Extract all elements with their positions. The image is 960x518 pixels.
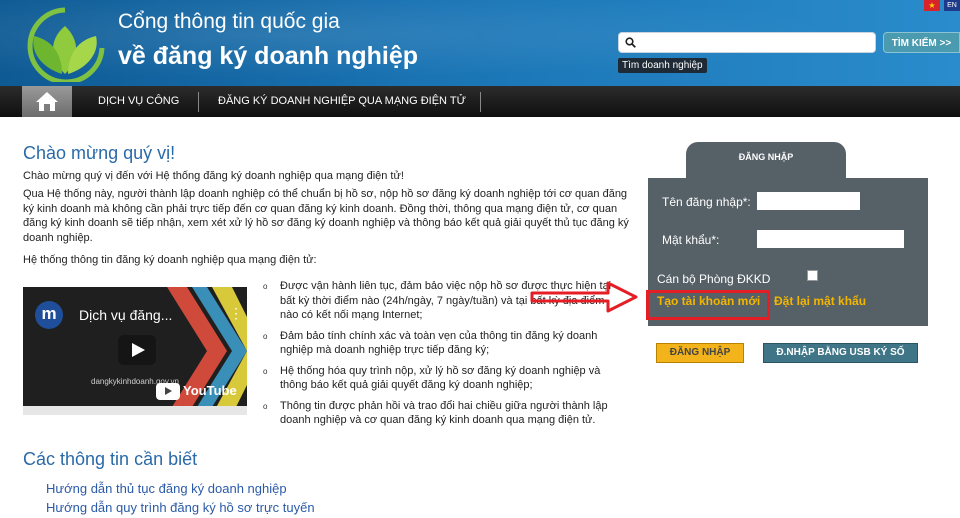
- nav-divider: [198, 92, 199, 112]
- home-icon: [36, 92, 58, 111]
- list-item: o Hệ thống hóa quy trình nộp, xử lý hồ s…: [263, 364, 618, 393]
- main-navbar: DỊCH VỤ CÔNG ĐĂNG KÝ DOANH NGHIỆP QUA MẠ…: [0, 86, 960, 117]
- password-field[interactable]: [757, 230, 904, 248]
- search-box: [618, 32, 876, 53]
- youtube-logo-icon: [156, 383, 180, 400]
- video-play-button[interactable]: [118, 335, 156, 365]
- login-button[interactable]: ĐĂNG NHẬP: [656, 343, 744, 363]
- search-button[interactable]: TÌM KIẾM >>: [883, 32, 960, 53]
- feature-text: Đảm bảo tính chính xác và toàn vẹn của t…: [280, 329, 598, 357]
- vietnamese-flag-icon[interactable]: ★: [924, 0, 940, 11]
- logo-icon[interactable]: [20, 4, 110, 82]
- password-label: Mật khẩu*:: [662, 233, 720, 247]
- bullet-marker: o: [263, 366, 268, 376]
- bullet-marker: o: [263, 401, 268, 411]
- list-item: o Đảm bảo tính chính xác và toàn vẹn của…: [263, 329, 618, 358]
- youtube-brand-text[interactable]: YouTube: [183, 383, 237, 398]
- site-title-line1: Cổng thông tin quốc gia: [118, 10, 340, 33]
- staff-checkbox[interactable]: [807, 270, 818, 281]
- video-bottom-bar: [23, 406, 247, 415]
- feature-text: Thông tin được phản hồi và trao đổi hai …: [280, 399, 608, 427]
- nav-home-button[interactable]: [22, 86, 72, 117]
- search-tooltip: Tìm doanh nghiệp: [618, 58, 707, 73]
- section-title-info: Các thông tin cần biết: [23, 449, 198, 469]
- bullet-marker: o: [263, 331, 268, 341]
- youtube-video-embed[interactable]: m Dịch vụ đăng... ⋮ dangkykinhdoanh.gov.…: [23, 287, 247, 415]
- create-account-link[interactable]: Tạo tài khoản mới: [657, 294, 760, 308]
- welcome-title: Chào mừng quý vị!: [23, 143, 176, 163]
- nav-item-dang-ky-doanh-nghiep[interactable]: ĐĂNG KÝ DOANH NGHIỆP QUA MẠNG ĐIỆN TỬ: [218, 95, 466, 107]
- staff-checkbox-label: Cán bộ Phòng ĐKKD: [657, 272, 771, 286]
- username-field[interactable]: [757, 192, 860, 210]
- play-icon: [132, 343, 145, 357]
- nav-item-dich-vu-cong[interactable]: DỊCH VỤ CÔNG: [98, 95, 179, 107]
- link-registration-procedure[interactable]: Hướng dẫn thủ tục đăng ký doanh nghiệp: [46, 481, 287, 496]
- link-online-process[interactable]: Hướng dẫn quy trình đăng ký hồ sơ trực t…: [46, 500, 315, 515]
- usb-login-button[interactable]: Đ.NHẬP BẰNG USB KÝ SỐ: [763, 343, 918, 363]
- system-features-intro: Hệ thống thông tin đăng ký doanh nghiệp …: [23, 254, 317, 266]
- language-switcher: ★ EN: [924, 0, 960, 11]
- system-description-text: Qua Hệ thống này, người thành lập doanh …: [23, 188, 629, 244]
- feature-text: Hệ thống hóa quy trình nộp, xử lý hồ sơ …: [280, 364, 601, 392]
- site-title-line2: về đăng ký doanh nghiệp: [118, 42, 419, 70]
- welcome-intro-text: Chào mừng quý vị đến với Hệ thống đăng k…: [23, 170, 404, 182]
- youtube-play-icon: [165, 387, 172, 395]
- video-menu-icon[interactable]: ⋮: [229, 305, 243, 322]
- channel-avatar[interactable]: m: [35, 301, 63, 329]
- nav-divider: [480, 92, 481, 112]
- search-icon: [625, 37, 636, 48]
- username-label: Tên đăng nhập*:: [662, 195, 751, 209]
- red-annotation-arrow-icon: [530, 281, 638, 313]
- english-flag-icon[interactable]: EN: [944, 0, 960, 11]
- bullet-marker: o: [263, 282, 268, 291]
- site-header: Cổng thông tin quốc gia về đăng ký doanh…: [0, 0, 960, 86]
- video-title[interactable]: Dịch vụ đăng...: [79, 307, 172, 323]
- list-item: o Thông tin được phản hồi và trao đổi ha…: [263, 399, 618, 428]
- login-tab-label: ĐĂNG NHẬP: [738, 152, 794, 162]
- reset-password-link[interactable]: Đặt lại mật khẩu: [774, 294, 866, 308]
- search-input[interactable]: [641, 35, 871, 51]
